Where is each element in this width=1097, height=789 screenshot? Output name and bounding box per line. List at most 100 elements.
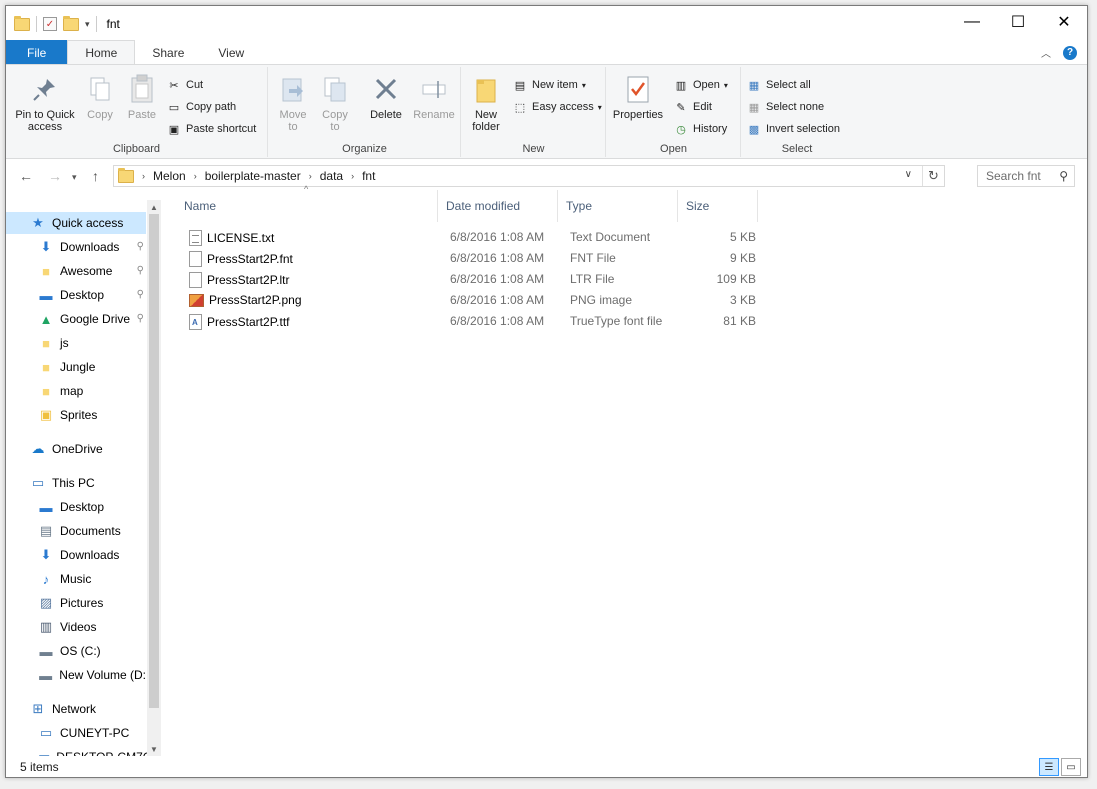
scroll-up-icon[interactable]: ▲ (147, 200, 161, 214)
tab-view[interactable]: View (201, 40, 261, 65)
copy-to-button[interactable]: Copy to (319, 73, 351, 133)
tab-share[interactable]: Share (135, 40, 201, 65)
address-bar[interactable]: › Melon › boilerplate-master › data › fn… (113, 165, 945, 187)
tab-home[interactable]: Home (67, 40, 136, 65)
address-dropdown-icon[interactable]: ∨ (905, 169, 912, 180)
chevron-right-icon[interactable]: › (194, 171, 197, 181)
nav-item-onedrive[interactable]: ☁ OneDrive (6, 438, 146, 460)
nav-item-os-c[interactable]: ▬ OS (C:) (6, 640, 146, 662)
file-row[interactable]: PressStart2P.png 6/8/2016 1:08 AM PNG imag… (176, 290, 766, 311)
nav-item-map[interactable]: ■ map (6, 380, 146, 402)
nav-item-downloads[interactable]: ⬇ Downloads ⚲ (6, 236, 146, 258)
file-row[interactable]: LICENSE.txt 6/8/2016 1:08 AM Text Document… (176, 227, 766, 248)
rename-button[interactable]: Rename (412, 73, 456, 121)
search-box[interactable]: Search fnt ⚲ (977, 165, 1075, 187)
properties-icon[interactable]: ✓ (43, 17, 57, 31)
cut-button[interactable]: ✂ Cut (166, 75, 203, 95)
column-header-size[interactable]: Size (678, 190, 758, 222)
nav-item-desktop[interactable]: ▬ Desktop (6, 496, 146, 518)
edit-button[interactable]: ✎ Edit (673, 97, 712, 117)
nav-item-awesome[interactable]: ■ Awesome ⚲ (6, 260, 146, 282)
nav-item-new-volume-d[interactable]: ▬ New Volume (D: (6, 664, 146, 686)
search-input[interactable]: Search fnt (986, 169, 1041, 183)
column-header-date[interactable]: Date modified (438, 190, 558, 222)
paste-shortcut-button[interactable]: ▣ Paste shortcut (166, 119, 257, 139)
new-item-button[interactable]: ▤ New item ▾ (512, 75, 586, 95)
scrollbar[interactable]: ▲ ▼ (147, 200, 161, 756)
maximize-button[interactable]: ☐ (995, 6, 1041, 38)
easy-access-button[interactable]: ⬚ Easy access ▾ (512, 97, 602, 117)
recent-locations-chevron-icon[interactable]: ▾ (72, 172, 77, 183)
file-row[interactable]: PressStart2P.fnt 6/8/2016 1:08 AM FNT File… (176, 248, 766, 269)
new-folder-icon[interactable] (63, 15, 79, 31)
pin-to-quick-access-button[interactable]: Pin to Quick access (12, 73, 78, 133)
new-folder-button[interactable]: New folder (466, 73, 506, 133)
invert-selection-button[interactable]: ▩ Invert selection (746, 119, 840, 139)
nav-item-label: This PC (52, 476, 95, 490)
folder-icon: ■ (42, 359, 50, 375)
nav-item-this-pc[interactable]: ▭ This PC (6, 472, 146, 494)
breadcrumb-melon[interactable]: Melon (153, 169, 186, 183)
forward-arrow-icon[interactable]: → (48, 168, 62, 184)
properties-button[interactable]: Properties (611, 73, 665, 121)
nav-item-desktop-cm7c[interactable]: ▭DESKTOP-CM7C (6, 746, 151, 756)
column-header-type[interactable]: Type (558, 190, 678, 222)
breadcrumb-fnt[interactable]: fnt (362, 169, 375, 183)
select-all-button[interactable]: ▦ Select all (746, 75, 811, 95)
nav-item-music[interactable]: ♪ Music (6, 568, 146, 590)
folder-icon: ■ (42, 383, 50, 399)
nav-item-documents[interactable]: ▤ Documents (6, 520, 146, 542)
nav-item-pictures[interactable]: ▨ Pictures (6, 592, 146, 614)
nav-item-js[interactable]: ■ js (6, 332, 146, 354)
open-button[interactable]: ▥ Open ▾ (673, 75, 728, 95)
nav-item-google-drive[interactable]: ▲ Google Drive ⚲ (6, 308, 146, 330)
pin-icon[interactable]: ⚲ (137, 313, 144, 324)
nav-item-desktop[interactable]: ▬ Desktop ⚲ (6, 284, 146, 306)
copy-button[interactable]: Copy (84, 73, 116, 121)
breadcrumb-data[interactable]: data (320, 169, 343, 183)
scroll-thumb[interactable] (149, 214, 159, 708)
help-icon[interactable]: ? (1063, 45, 1077, 60)
address-row: ← → ▾ ↑ › Melon › boilerplate-master › d… (6, 160, 1087, 194)
documents-icon: ▤ (39, 523, 53, 538)
pin-icon[interactable]: ⚲ (137, 289, 144, 300)
scroll-down-icon[interactable]: ▼ (147, 742, 161, 756)
large-icons-view-icon[interactable]: ▭ (1061, 758, 1081, 776)
file-row[interactable]: PressStart2P.ltr 6/8/2016 1:08 AM LTR File… (176, 269, 766, 290)
pin-icon[interactable]: ⚲ (137, 265, 144, 276)
file-date: 6/8/2016 1:08 AM (450, 314, 545, 328)
back-arrow-icon[interactable]: ← (19, 168, 33, 184)
file-row[interactable]: PressStart2P.ttf 6/8/2016 1:08 AM TrueType… (176, 311, 766, 332)
minimize-button[interactable]: — (949, 6, 995, 38)
select-none-button[interactable]: ▦ Select none (746, 97, 824, 117)
refresh-icon[interactable]: ↻ (922, 166, 944, 186)
chevron-down-icon[interactable]: ▾ (85, 19, 90, 30)
pin-icon[interactable]: ⚲ (137, 241, 144, 252)
nav-item-cuneyt-pc[interactable]: ▭ CUNEYT-PC (6, 722, 146, 744)
chevron-up-icon[interactable]: ︿ (1041, 45, 1051, 60)
tab-file[interactable]: File (6, 40, 68, 65)
nav-item-downloads[interactable]: ⬇ Downloads (6, 544, 146, 566)
file-name: PressStart2P.ttf (189, 314, 289, 330)
chevron-right-icon[interactable]: › (309, 171, 312, 181)
up-arrow-icon[interactable]: ↑ (92, 168, 99, 184)
history-button[interactable]: ◷ History (673, 119, 727, 139)
delete-button[interactable]: Delete (366, 73, 406, 121)
copy-path-button[interactable]: ▭ Copy path (166, 97, 236, 117)
breadcrumb-boilerplate-master[interactable]: boilerplate-master (205, 169, 301, 183)
nav-item-jungle[interactable]: ■ Jungle (6, 356, 146, 378)
chevron-down-icon: ▾ (597, 102, 602, 112)
paste-button[interactable]: Paste (124, 73, 160, 121)
chevron-right-icon[interactable]: › (351, 171, 354, 181)
nav-item-quick-access[interactable]: ★ Quick access (6, 212, 146, 234)
move-to-icon (277, 73, 309, 105)
file-name: PressStart2P.png (189, 293, 302, 307)
move-to-button[interactable]: Move to (277, 73, 309, 133)
details-view-icon[interactable]: ☰ (1039, 758, 1059, 776)
nav-item-network[interactable]: ⊞ Network (6, 698, 146, 720)
column-header-name[interactable]: Name ^ (176, 184, 438, 222)
nav-item-videos[interactable]: ▥ Videos (6, 616, 146, 638)
close-button[interactable]: ✕ (1041, 6, 1087, 38)
group-new: New folder ▤ New item ▾ ⬚ Easy access ▾ … (462, 67, 606, 157)
nav-item-sprites[interactable]: ▣ Sprites (6, 404, 146, 426)
